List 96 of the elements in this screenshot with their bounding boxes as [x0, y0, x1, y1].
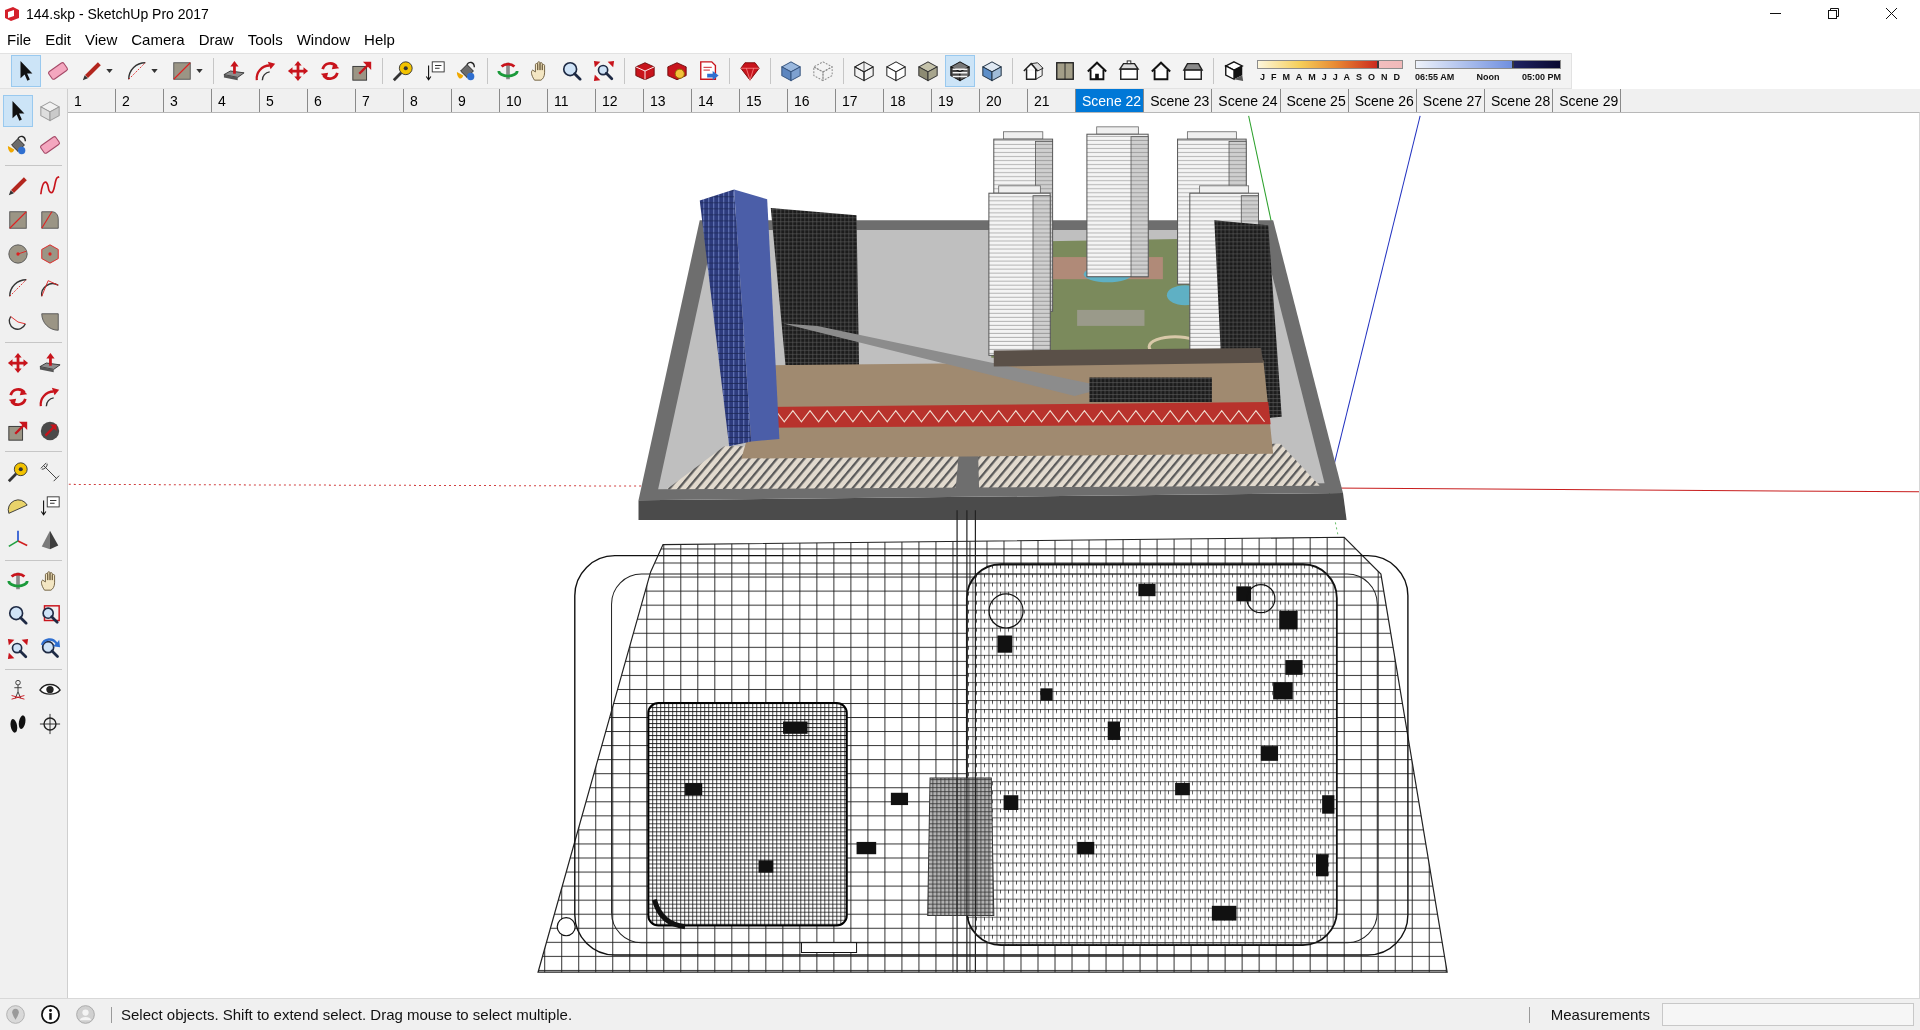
month-label: A: [1343, 71, 1351, 82]
follow-me-icon: [255, 59, 277, 82]
menu-item[interactable]: Edit: [38, 29, 79, 50]
menu-item[interactable]: Tools: [240, 29, 290, 50]
month-slider[interactable]: [1257, 59, 1403, 69]
month-label: O: [1368, 71, 1375, 82]
time-label: Noon: [1476, 71, 1500, 82]
outline-cube-icon: [885, 59, 907, 82]
dimension-icon: [39, 461, 61, 483]
arc-icon: [125, 59, 148, 82]
package-icon: [634, 59, 656, 82]
zoom-icon: [7, 604, 29, 626]
menu-item[interactable]: Window: [289, 29, 358, 50]
push-pull-icon: [223, 59, 245, 82]
scale-icon: [7, 420, 29, 442]
paint-bucket-icon: [7, 134, 29, 156]
house-front-icon: [1086, 59, 1108, 82]
gem-icon: [739, 59, 761, 82]
zoom-window-icon: [39, 604, 61, 626]
month-label: J: [1332, 71, 1338, 82]
tape-measure-icon: [392, 59, 414, 82]
striped-cube-icon: [949, 59, 971, 82]
time-label: 05:00 PM: [1521, 71, 1561, 82]
rectangle-icon: [170, 59, 193, 82]
month-label: F: [1270, 71, 1277, 82]
restore-icon: [1827, 8, 1839, 19]
time-slider[interactable]: [1415, 59, 1561, 69]
dashed-cube-icon: [812, 59, 834, 82]
month-label: M: [1308, 71, 1316, 82]
measurements-label: Measurements: [1549, 1006, 1651, 1023]
document-arrow-icon: [698, 59, 720, 82]
pencil-icon: [7, 175, 29, 197]
month-label: A: [1295, 71, 1303, 82]
text-label-icon: [39, 495, 61, 517]
select-tool-button[interactable]: [3, 95, 33, 127]
caret-icon: [195, 68, 203, 73]
tape-measure-icon: [7, 461, 29, 483]
pie-icon: [39, 311, 61, 333]
zoom-extents-icon: [7, 638, 29, 660]
shadow-cube-icon: [1223, 59, 1245, 82]
menu-item[interactable]: Camera: [124, 29, 192, 50]
model-viewport[interactable]: [68, 112, 1920, 998]
house-iso-icon: [1022, 59, 1044, 82]
month-label: S: [1356, 71, 1363, 82]
gem-box-icon: [666, 59, 688, 82]
info-icon[interactable]: [41, 1005, 60, 1024]
orbit-icon: [7, 570, 29, 592]
month-label: N: [1380, 71, 1388, 82]
wireframe-cube-icon: [853, 59, 875, 82]
push-pull-icon: [39, 352, 61, 374]
rectangle-icon: [7, 209, 29, 231]
month-label: D: [1393, 71, 1400, 82]
translucent-cube-icon: [780, 59, 802, 82]
roof-top-icon: [1054, 59, 1076, 82]
window-title: 144.skp - SketchUp Pro 2017: [26, 5, 209, 22]
select-tool-button[interactable]: [11, 54, 41, 87]
house-side-icon: [1118, 59, 1140, 82]
menu-item[interactable]: Help: [357, 29, 402, 50]
app-logo-icon: [4, 5, 20, 22]
text-label-icon: [424, 59, 446, 82]
arc-icon: [7, 277, 29, 299]
scale-icon: [351, 59, 373, 82]
measurements-field[interactable]: [1662, 1003, 1914, 1026]
rotate-arrows-icon: [319, 59, 341, 82]
previous-view-icon: [39, 638, 61, 660]
component-box-icon: [39, 100, 61, 122]
menu-item[interactable]: View: [78, 29, 125, 50]
rotate-arrows-icon: [7, 386, 29, 408]
status-message: Select objects. Shift to extend select. Drag mouse to select multiple.: [121, 1006, 573, 1023]
follow-me-icon: [39, 386, 61, 408]
month-label: J: [1260, 71, 1265, 82]
month-label: J: [1321, 71, 1327, 82]
monochrome-cube-icon: [981, 59, 1003, 82]
move-arrows-icon: [287, 59, 309, 82]
time-label: 06:55 AM: [1415, 71, 1455, 82]
close-icon: [1885, 8, 1897, 19]
zoom-icon: [561, 59, 583, 82]
circle-icon: [7, 243, 29, 265]
caret-icon: [150, 68, 158, 73]
month-label: M: [1282, 71, 1290, 82]
zoom-extents-icon: [593, 59, 615, 82]
scene-tab[interactable]: Scene 22: [1076, 89, 1145, 112]
house-outline-icon: [1150, 59, 1172, 82]
freehand-curve-icon: [39, 175, 61, 197]
textured-style-button[interactable]: [945, 54, 975, 87]
menu-item[interactable]: File: [0, 29, 39, 50]
menu-item[interactable]: Draw: [191, 29, 241, 50]
offset-icon: [39, 420, 61, 442]
polygon-icon: [39, 243, 61, 265]
move-arrows-icon: [7, 352, 29, 374]
pyramid-icon: [39, 529, 61, 551]
section-plane-icon: [39, 713, 61, 735]
two-point-arc-icon: [39, 277, 61, 299]
paint-bucket-icon: [456, 59, 478, 82]
caret-icon: [105, 68, 113, 73]
shaded-cube-icon: [917, 59, 939, 82]
